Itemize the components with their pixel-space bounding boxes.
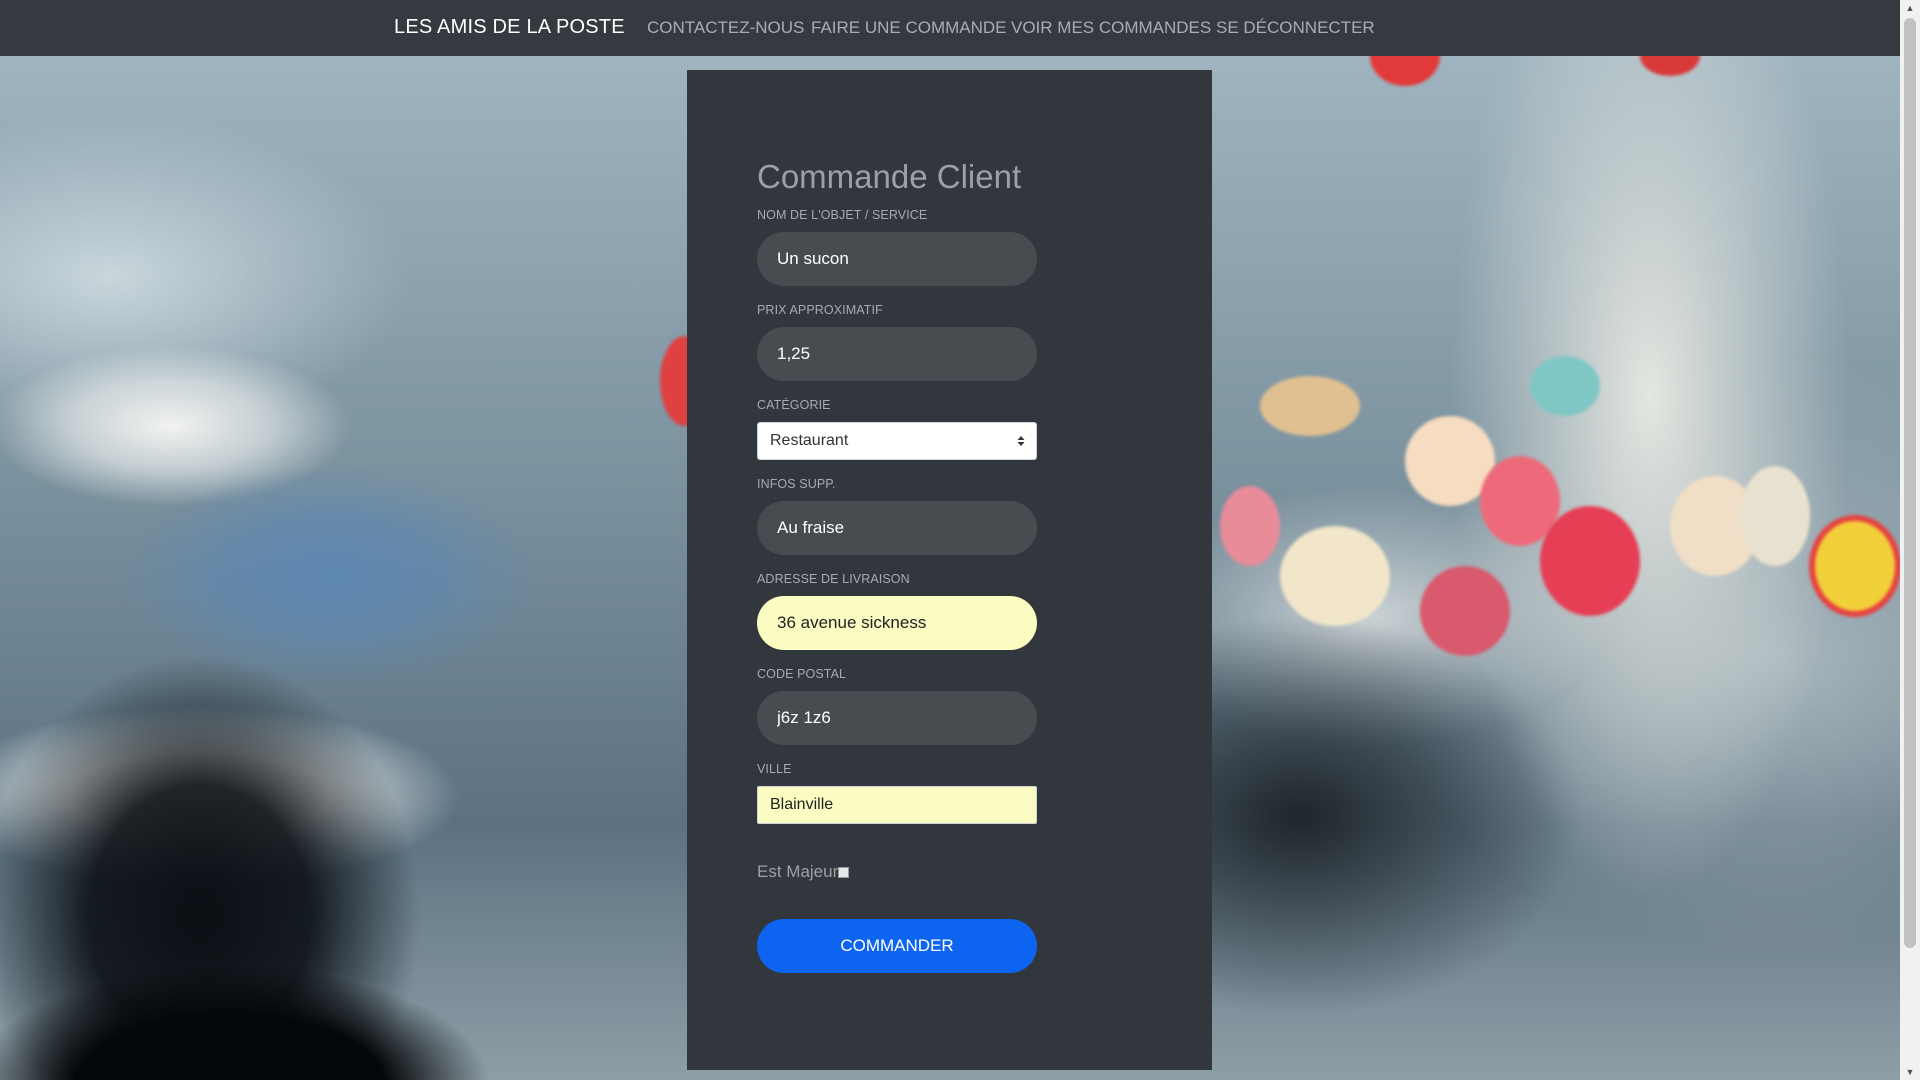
select-arrows-icon: [1017, 436, 1025, 446]
order-submit-button[interactable]: COMMANDER: [757, 919, 1037, 973]
nav-link-my-orders[interactable]: VOIR MES COMMANDES: [1011, 18, 1211, 38]
bokeh-light: [1220, 486, 1280, 566]
bokeh-light: [1420, 566, 1510, 656]
delivery-address-input[interactable]: [757, 596, 1037, 650]
category-select[interactable]: Restaurant: [757, 422, 1037, 460]
scroll-up-icon[interactable]: ▲: [1900, 0, 1920, 16]
brand-link[interactable]: LES AMIS DE LA POSTE: [394, 16, 625, 39]
bokeh-light: [1815, 521, 1895, 611]
bokeh-light: [1260, 376, 1360, 436]
city-input[interactable]: [757, 786, 1037, 824]
bokeh-light: [1370, 56, 1440, 86]
scrollbar-thumb[interactable]: [1904, 18, 1916, 948]
bokeh-light: [1280, 526, 1390, 626]
bokeh-light: [1530, 356, 1600, 416]
city-label: VILLE: [757, 762, 792, 776]
price-label: PRIX APPROXIMATIF: [757, 303, 883, 317]
extra-info-label: INFOS SUPP.: [757, 477, 836, 491]
nav-link-logout[interactable]: SE DÉCONNECTER: [1216, 18, 1375, 38]
bokeh-light: [1740, 466, 1810, 566]
item-name-label: NOM DE L'OBJET / SERVICE: [757, 208, 928, 222]
delivery-address-label: ADRESSE DE LIVRAISON: [757, 572, 910, 586]
extra-info-input[interactable]: [757, 501, 1037, 555]
item-name-input[interactable]: [757, 232, 1037, 286]
category-label: CATÉGORIE: [757, 398, 831, 412]
scrollbar[interactable]: ▲ ▼: [1900, 0, 1920, 1080]
postal-code-label: CODE POSTAL: [757, 667, 847, 681]
nav-link-new-order[interactable]: FAIRE UNE COMMANDE: [811, 18, 1007, 38]
page-title: Commande Client: [757, 158, 1022, 195]
category-selected-value: Restaurant: [770, 432, 849, 449]
price-input[interactable]: [757, 327, 1037, 381]
adult-checkbox[interactable]: [838, 867, 849, 878]
adult-checkbox-label: Est Majeur: [757, 862, 839, 881]
bokeh-light: [1640, 56, 1700, 76]
nav-link-contact[interactable]: CONTACTEZ-NOUS: [647, 18, 804, 38]
navbar: LES AMIS DE LA POSTE CONTACTEZ-NOUS FAIR…: [0, 0, 1900, 56]
postal-code-input[interactable]: [757, 691, 1037, 745]
bokeh-light: [1540, 506, 1640, 616]
scroll-down-icon[interactable]: ▼: [1900, 1064, 1920, 1080]
order-form-panel: Commande Client NOM DE L'OBJET / SERVICE…: [687, 70, 1212, 1070]
